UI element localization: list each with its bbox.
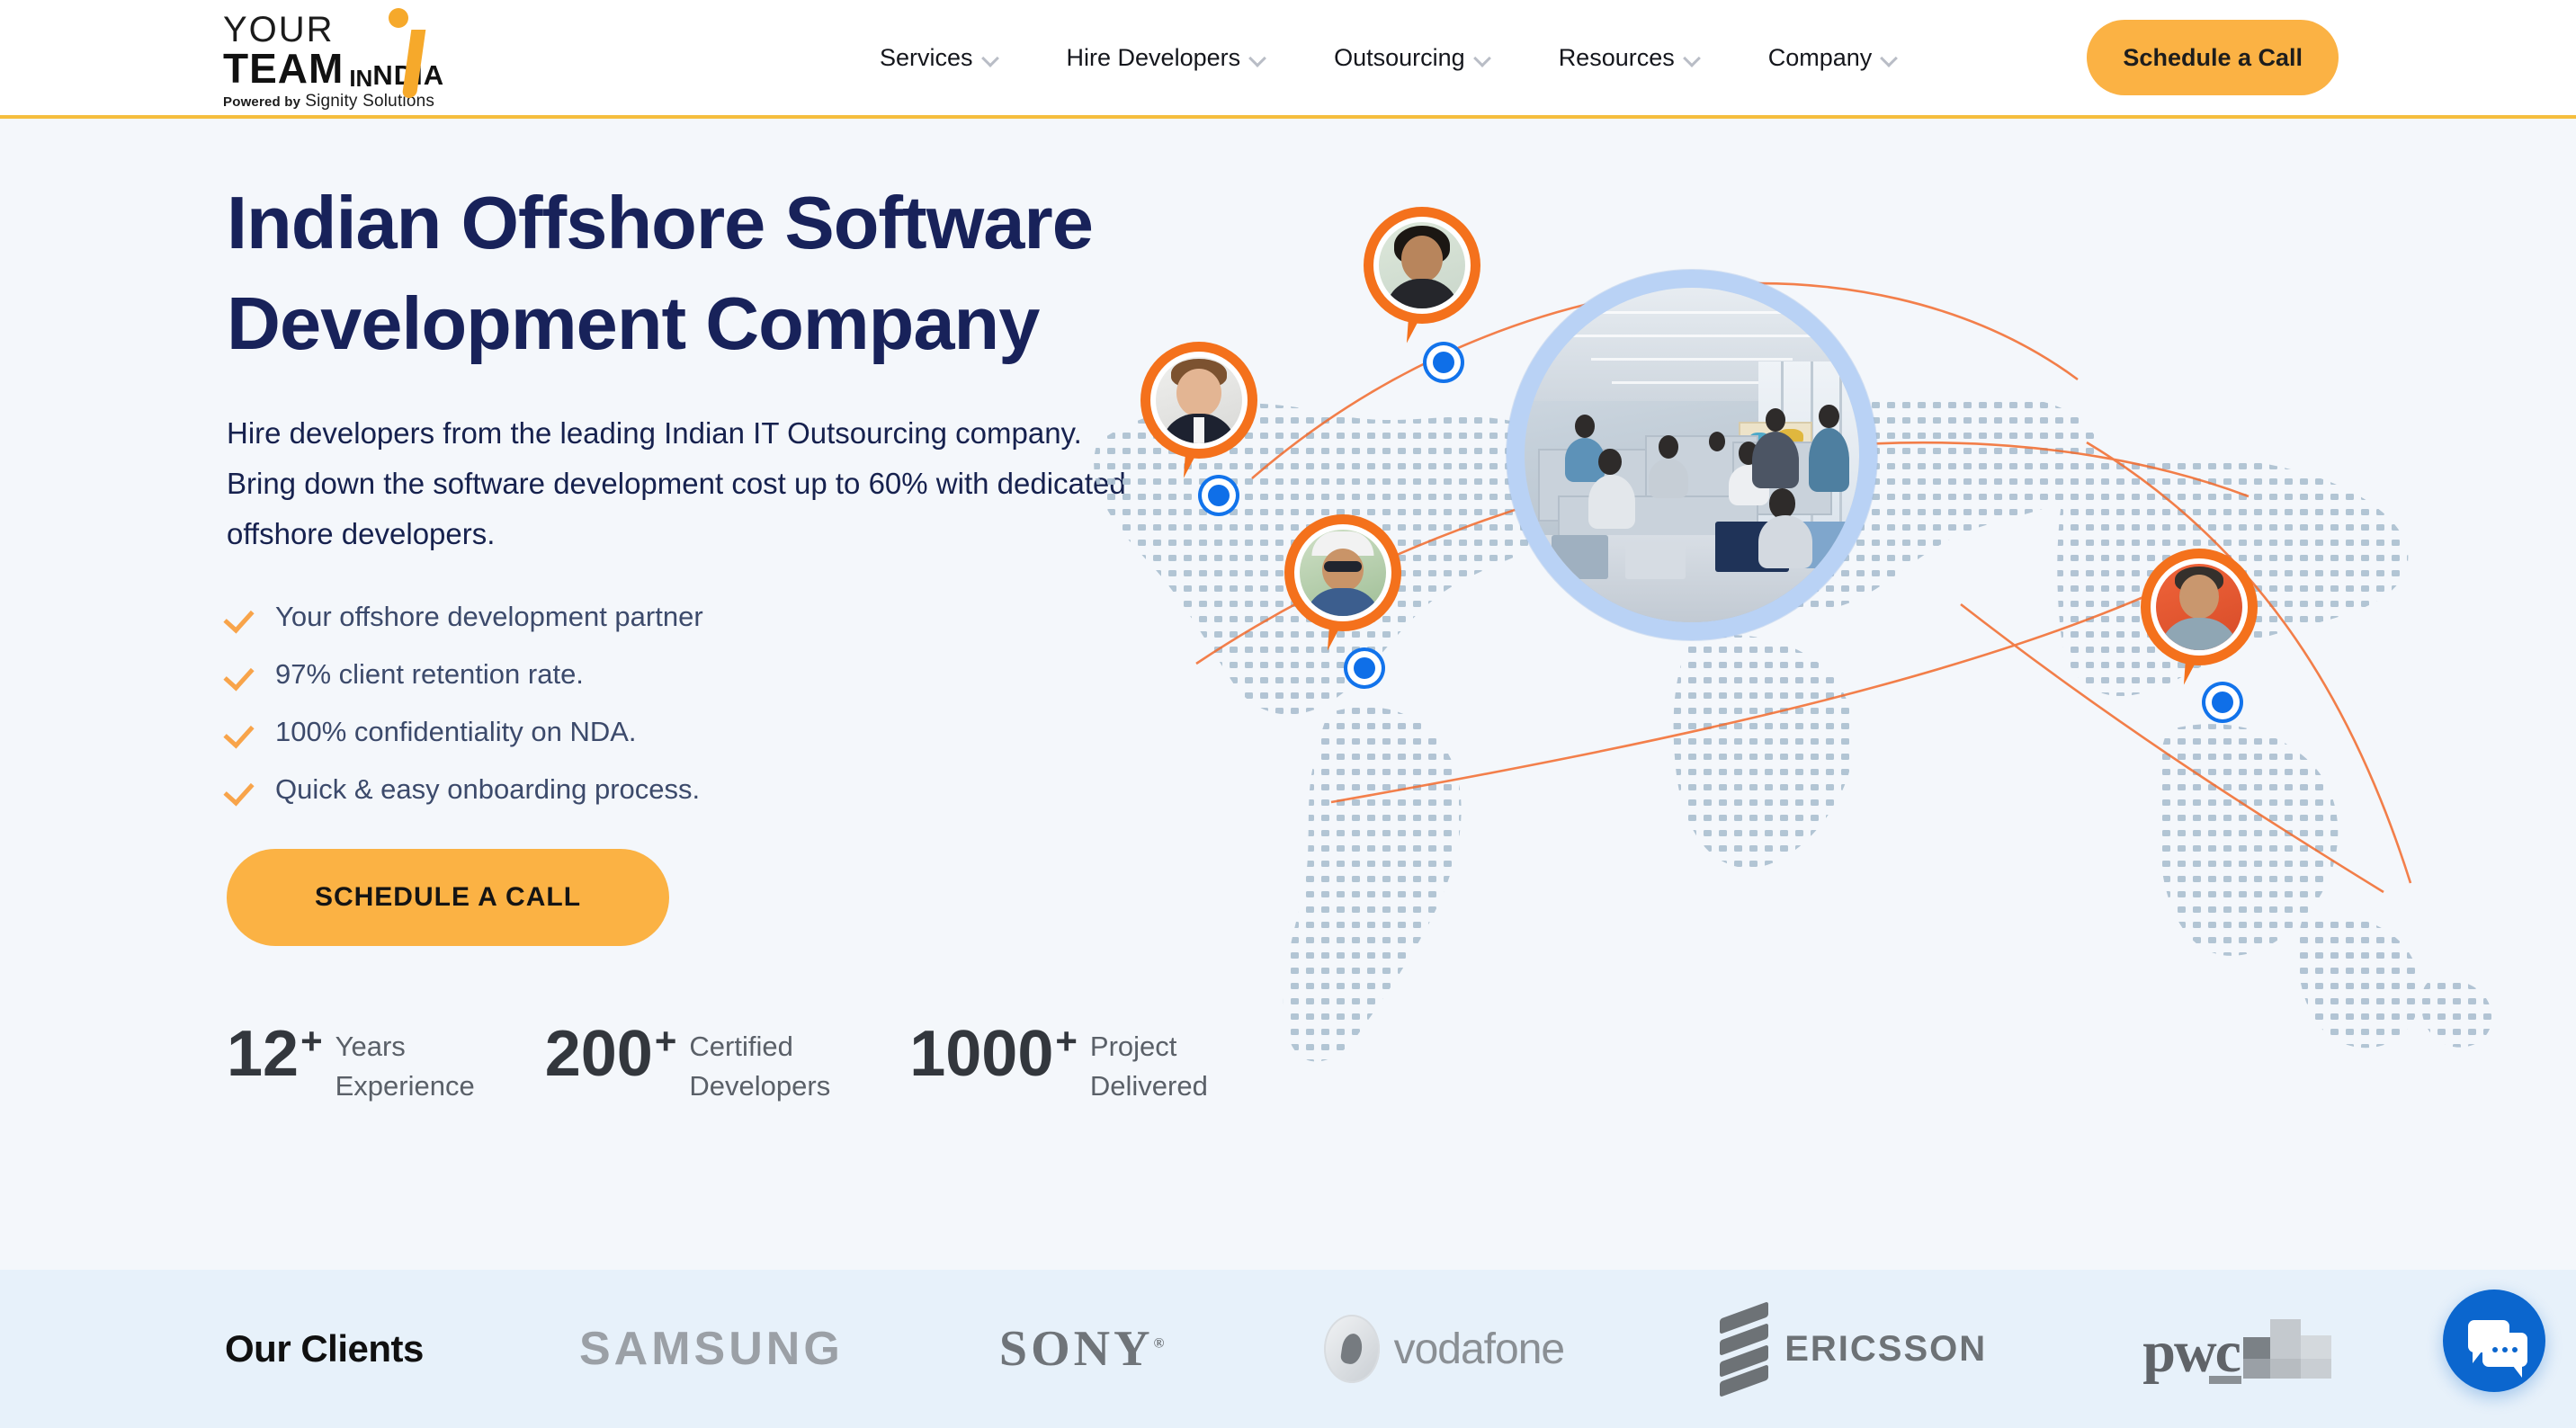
ericsson-logo: ERICSSON — [1720, 1301, 1988, 1397]
nav-item-resources[interactable]: Resources — [1525, 44, 1734, 72]
stat-number: 200 — [544, 1018, 653, 1090]
avatar — [2156, 564, 2242, 650]
nav-label-outsourcing: Outsourcing — [1334, 43, 1465, 71]
check-icon — [227, 602, 255, 631]
hero-section: Indian Offshore Software Development Com… — [0, 119, 2576, 1270]
pwc-blocks-icon — [2208, 1319, 2351, 1384]
stat-value: 12 + — [227, 1018, 323, 1090]
header-schedule-call-button[interactable]: Schedule a Call — [2087, 20, 2339, 95]
site-header: YOUR TEAM IN NDIA Powered by Signity Sol… — [0, 0, 2576, 119]
check-icon — [227, 718, 255, 746]
sony-logo: SONY® — [999, 1320, 1168, 1378]
map-pin-avatar-4[interactable] — [2141, 549, 2258, 694]
stat-plus: + — [654, 1020, 677, 1062]
stat-value: 1000 + — [909, 1018, 1078, 1090]
nav-label-hire-developers: Hire Developers — [1066, 43, 1241, 71]
vodafone-logo: vodafone — [1323, 1315, 1566, 1383]
pin-head — [1140, 342, 1257, 459]
sony-logo-text: SONY — [998, 1321, 1154, 1377]
chevron-down-icon — [1684, 49, 1700, 66]
hero-illustration — [1061, 173, 2536, 1126]
clients-title: Our Clients — [225, 1327, 424, 1370]
stat-years-experience: 12 + Years Experience — [227, 1018, 475, 1106]
nav-item-services[interactable]: Services — [845, 44, 1033, 72]
clients-row: Our Clients SAMSUNG SONY® vodafone ERICS… — [225, 1301, 2351, 1397]
trademark-symbol: ® — [1153, 1335, 1168, 1352]
stat-label: Years Experience — [335, 1031, 475, 1102]
location-dot-icon-4[interactable] — [2205, 685, 2240, 719]
logo-powered-prefix: Powered by — [223, 94, 301, 110]
ericsson-logo-text: ERICSSON — [1784, 1328, 1988, 1369]
map-pin-avatar-3[interactable] — [1284, 514, 1401, 660]
stat-label: Certified Developers — [689, 1031, 831, 1102]
main-navigation: Services Hire Developers Outsourcing Res… — [845, 0, 1931, 115]
benefit-label: Quick & easy onboarding process. — [275, 773, 701, 805]
location-dot-icon-2[interactable] — [1202, 478, 1236, 513]
benefit-label: 100% confidentiality on NDA. — [275, 716, 637, 747]
benefit-label: 97% client retention rate. — [275, 658, 584, 690]
nav-item-company[interactable]: Company — [1734, 44, 1932, 72]
avatar — [1300, 530, 1386, 616]
hero-schedule-call-button[interactable]: SCHEDULE A CALL — [227, 849, 669, 946]
page-title-line2: Development Company — [227, 281, 1040, 365]
location-dot-icon-3[interactable] — [1347, 651, 1382, 685]
stat-value: 200 + — [545, 1018, 677, 1090]
check-icon — [227, 775, 255, 804]
map-pin-avatar-2[interactable] — [1140, 342, 1257, 487]
hero-subtitle: Hire developers from the leading Indian … — [227, 416, 1126, 550]
logo-line-your: YOUR — [223, 7, 448, 98]
pwc-logo-text: pwc — [2142, 1319, 2241, 1385]
map-pin-avatar-1[interactable] — [1364, 207, 1480, 353]
pin-ring — [1150, 352, 1248, 449]
site-logo[interactable]: YOUR TEAM IN NDIA Powered by Signity Sol… — [223, 7, 448, 111]
chevron-down-icon — [1474, 49, 1490, 66]
chat-widget-button[interactable] — [2443, 1290, 2545, 1392]
avatar — [1379, 222, 1465, 308]
ericsson-mark-icon — [1720, 1301, 1769, 1397]
stat-plus: + — [300, 1020, 323, 1062]
chevron-down-icon — [1881, 49, 1897, 66]
pin-ring — [1294, 524, 1391, 621]
page-title-line1: Indian Offshore Software — [227, 181, 1094, 264]
chevron-down-icon — [982, 49, 998, 66]
office-team-photo-icon — [1525, 288, 1859, 622]
pwc-logo: pwc — [2142, 1319, 2351, 1385]
pin-head — [2141, 549, 2258, 665]
check-icon — [227, 660, 255, 689]
pin-head — [1364, 207, 1480, 324]
logo-text-in: IN — [349, 64, 373, 92]
vodafone-logo-text: vodafone — [1393, 1325, 1566, 1373]
pin-ring — [1373, 217, 1471, 314]
nav-label-company: Company — [1767, 43, 1873, 71]
location-dot-icon-1[interactable] — [1427, 345, 1461, 379]
benefit-label: Your offshore development partner — [275, 601, 703, 632]
stat-number: 1000 — [909, 1018, 1054, 1090]
stat-certified-developers: 200 + Certified Developers — [545, 1018, 830, 1106]
nav-label-resources: Resources — [1558, 43, 1675, 71]
avatar — [1156, 357, 1242, 443]
logo-i-dot-icon — [389, 7, 408, 28]
chat-bubble-front-icon — [2482, 1333, 2527, 1378]
pin-head — [1284, 514, 1401, 631]
vodafone-mark-icon — [1323, 1315, 1380, 1383]
pin-ring — [2151, 558, 2248, 656]
samsung-logo: SAMSUNG — [579, 1323, 844, 1375]
nav-item-outsourcing[interactable]: Outsourcing — [1300, 44, 1525, 72]
nav-item-hire-developers[interactable]: Hire Developers — [1033, 44, 1301, 72]
logo-text-your: YOUR — [223, 9, 335, 49]
clients-band: Our Clients SAMSUNG SONY® vodafone ERICS… — [0, 1270, 2576, 1428]
logo-text-team: TEAM — [223, 44, 344, 92]
nav-label-services: Services — [880, 43, 973, 71]
chevron-down-icon — [1249, 49, 1266, 66]
chat-dots-icon — [2492, 1347, 2518, 1352]
stat-number: 12 — [227, 1018, 300, 1090]
office-photo-circle — [1507, 270, 1877, 640]
